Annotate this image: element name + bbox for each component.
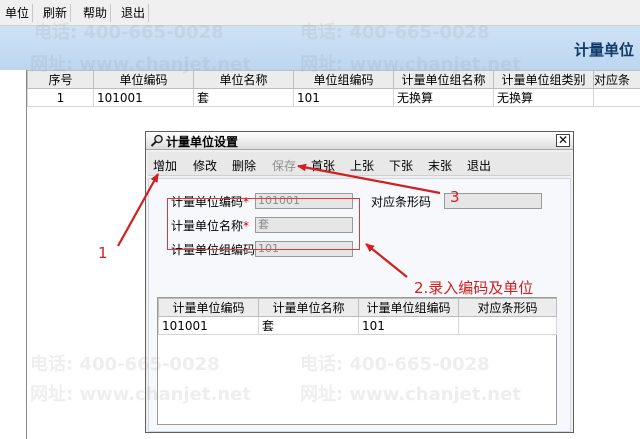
table-cell: 101 [293, 88, 394, 107]
unit-name-field[interactable]: 套 [255, 217, 353, 233]
required-mark: * [243, 219, 250, 233]
dialog-title: 计量单位设置 [166, 135, 239, 149]
close-button[interactable]: ✕ [556, 134, 570, 147]
exit-button[interactable]: 退出 [467, 157, 491, 174]
table-header-row: 计量单位编码 计量单位名称 计量单位组编码 对应条形码 [158, 298, 557, 317]
barcode-label: 对应条形码 [371, 195, 432, 209]
table-row[interactable]: 1 101001 套 101 无换算 无换算 [27, 88, 640, 107]
column-header[interactable]: 对应条形码 [458, 298, 557, 317]
column-header[interactable]: 单位编码 [93, 70, 194, 89]
unit-list-grid: 计量单位编码 计量单位名称 计量单位组编码 对应条形码 101001 套 101 [157, 297, 557, 425]
table-cell: 套 [193, 88, 294, 107]
column-header[interactable]: 单位名称 [193, 70, 294, 89]
main-table: 序号 单位编码 单位名称 单位组编码 计量单位组名称 计量单位组类别 对应条 1… [27, 70, 640, 107]
column-header[interactable]: 计量单位编码 [158, 298, 259, 317]
column-header[interactable]: 计量单位组类别 [493, 70, 594, 89]
table-cell [458, 316, 557, 335]
column-header[interactable]: 计量单位组编码 [358, 298, 459, 317]
annotation-label-3: 3 [450, 188, 460, 206]
add-button[interactable]: 增加 [153, 157, 177, 174]
unit-code-field[interactable]: 101001 [255, 193, 353, 209]
first-button[interactable]: 首张 [311, 157, 335, 174]
table-cell: 无换算 [393, 88, 494, 107]
column-header[interactable]: 计量单位组名称 [393, 70, 494, 89]
table-cell [593, 88, 640, 107]
annotation-label-2: 2.录入编码及单位 [414, 279, 534, 297]
search-icon [150, 134, 164, 150]
menu-item-exit[interactable]: 退出 [118, 4, 150, 22]
column-header[interactable]: 单位组编码 [293, 70, 394, 89]
column-header[interactable]: 计量单位名称 [258, 298, 359, 317]
page-title: 计量单位 [573, 41, 634, 59]
dialog-toolbar: 增加 修改 删除 保存 首张 上张 下张 末张 退出 [148, 152, 571, 176]
next-button[interactable]: 下张 [389, 157, 413, 174]
table-cell: 101 [358, 316, 459, 335]
menu-item-help[interactable]: 帮助 [80, 4, 112, 22]
header-banner: 计量单位 [0, 26, 640, 70]
table-cell: 101001 [93, 88, 194, 107]
annotation-label-1: 1 [98, 244, 108, 262]
edit-button[interactable]: 修改 [193, 157, 217, 174]
group-code-label: 计量单位组编码 [171, 243, 256, 257]
table-cell: 无换算 [493, 88, 594, 107]
unit-list-table: 计量单位编码 计量单位名称 计量单位组编码 对应条形码 101001 套 101 [158, 298, 557, 335]
prev-button[interactable]: 上张 [350, 157, 374, 174]
menu-item-unit[interactable]: 单位 [2, 4, 34, 22]
required-mark: * [243, 195, 250, 209]
table-cell: 101001 [158, 316, 259, 335]
dialog-titlebar[interactable]: 计量单位设置 ✕ [146, 132, 573, 150]
save-button[interactable]: 保存 [272, 157, 296, 174]
table-cell: 套 [258, 316, 359, 335]
column-header[interactable]: 序号 [27, 70, 94, 89]
dialog-form: 计量单位编码* 101001 计量单位名称* 套 计量单位组编码 101 对应条… [148, 178, 571, 432]
table-row[interactable]: 101001 套 101 [158, 316, 557, 335]
delete-button[interactable]: 删除 [232, 157, 256, 174]
column-header[interactable]: 对应条 [593, 70, 640, 89]
table-header-row: 序号 单位编码 单位名称 单位组编码 计量单位组名称 计量单位组类别 对应条 [27, 70, 640, 89]
group-code-field[interactable]: 101 [255, 241, 353, 257]
last-button[interactable]: 末张 [428, 157, 452, 174]
menu-item-refresh[interactable]: 刷新 [40, 4, 72, 22]
unit-code-label: 计量单位编码* [171, 195, 250, 209]
unit-name-label: 计量单位名称* [171, 219, 250, 233]
table-cell: 1 [27, 88, 94, 107]
menu-bar: 单位 刷新 帮助 退出 [0, 0, 640, 26]
